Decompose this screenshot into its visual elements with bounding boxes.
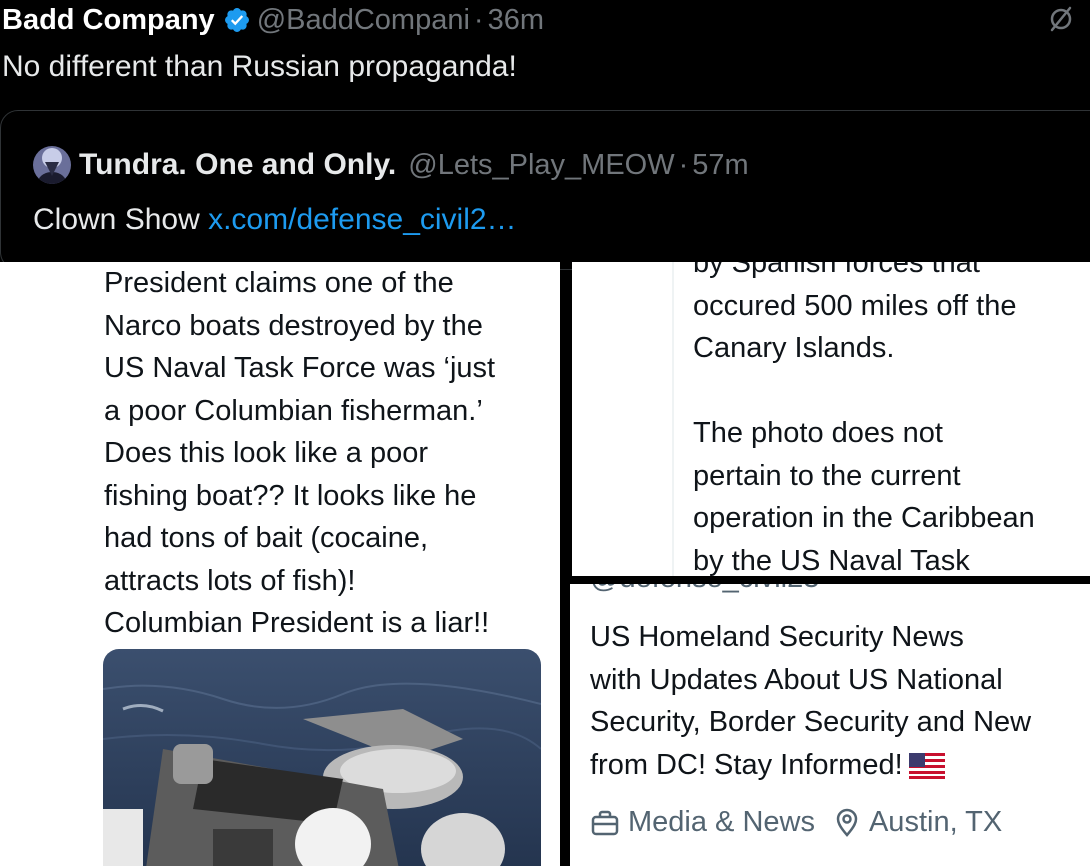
bio-line: with Updates About US National xyxy=(590,663,1003,696)
quoted-timestamp[interactable]: 57m xyxy=(692,149,748,182)
author-handle[interactable]: @BaddCompani xyxy=(257,4,470,37)
profile-handle: @defense_civil23 xyxy=(590,584,819,595)
quoted-tweet-text: Clown Show x.com/defense_civil2… xyxy=(33,203,517,237)
attached-image-right-bottom[interactable]: @defense_civil23 US Homeland Security Ne… xyxy=(570,584,1090,866)
quoted-author-name[interactable]: Tundra. One and Only. xyxy=(79,148,396,182)
boat-photo[interactable] xyxy=(103,649,541,866)
attached-image-left[interactable]: President claims one of the Narco boats … xyxy=(0,262,560,866)
tweet-text: No different than Russian propaganda! xyxy=(2,50,517,83)
author-name[interactable]: Badd Company xyxy=(2,4,215,37)
text-line: occured 500 miles off the xyxy=(693,289,1017,322)
profile-meta: Media & News Austin, TX xyxy=(590,806,1002,839)
text-line: had tons of bait (cocaine, xyxy=(104,522,429,554)
text-line: by Spanish forces that xyxy=(693,262,980,279)
quoted-tweet-header: Tundra. One and Only. @Lets_Play_MEOW · … xyxy=(33,145,749,185)
text-line xyxy=(693,370,1035,413)
text-line: attracts lots of fish)! xyxy=(104,564,356,597)
tweet-timestamp[interactable]: 36m xyxy=(488,4,544,37)
text-line: Does this look like a poor xyxy=(104,437,428,469)
text-line: by the US Naval Task xyxy=(693,544,970,577)
attached-image-right-top[interactable]: by Spanish forces that occured 500 miles… xyxy=(572,262,1090,576)
location-pin-icon xyxy=(836,808,858,837)
verified-badge-icon xyxy=(224,8,249,32)
text-line: Narco boats destroyed by the xyxy=(104,309,483,342)
text-line: Canary Islands. xyxy=(693,332,895,364)
text-line: pertain to the current xyxy=(693,459,961,492)
profile-bio: US Homeland Security News with Updates A… xyxy=(590,616,1031,786)
text-line: US Naval Task Force was ‘just xyxy=(104,352,496,384)
quoted-link[interactable]: x.com/defense_civil2… xyxy=(208,203,516,236)
no-reply-icon[interactable] xyxy=(1046,4,1076,34)
quoted-text: Clown Show xyxy=(33,203,200,236)
bio-line-with-flag: from DC! Stay Informed! xyxy=(590,744,1031,787)
bio-line: from DC! Stay Informed! xyxy=(590,748,903,781)
text-line: operation in the Caribbean xyxy=(693,502,1035,534)
screenshot-post-text: by Spanish forces that occured 500 miles… xyxy=(693,262,1035,576)
text-line: Columbian President is a liar!! xyxy=(104,607,490,639)
text-line: President claims one of the xyxy=(104,267,454,299)
briefcase-icon xyxy=(591,810,619,835)
thread-line xyxy=(672,262,674,576)
tweet-header: Badd Company @BaddCompani · 36m xyxy=(2,0,544,40)
quoted-author-handle[interactable]: @Lets_Play_MEOW xyxy=(408,149,674,182)
us-flag-icon xyxy=(908,752,945,779)
avatar[interactable] xyxy=(33,146,71,184)
text-line: a poor Columbian fisherman.’ xyxy=(104,394,483,427)
bio-line: US Homeland Security News xyxy=(590,621,964,653)
quoted-tweet-card[interactable]: Tundra. One and Only. @Lets_Play_MEOW · … xyxy=(0,110,1090,270)
text-line: The photo does not xyxy=(693,417,943,449)
separator-dot: · xyxy=(473,3,484,36)
profile-category: Media & News xyxy=(628,806,815,838)
separator-dot: · xyxy=(678,148,689,181)
text-line: fishing boat?? It looks like he xyxy=(104,479,477,512)
screenshot-post-text: President claims one of the Narco boats … xyxy=(104,262,495,645)
bio-line: Security, Border Security and New xyxy=(590,706,1032,738)
profile-location: Austin, TX xyxy=(868,806,1003,838)
